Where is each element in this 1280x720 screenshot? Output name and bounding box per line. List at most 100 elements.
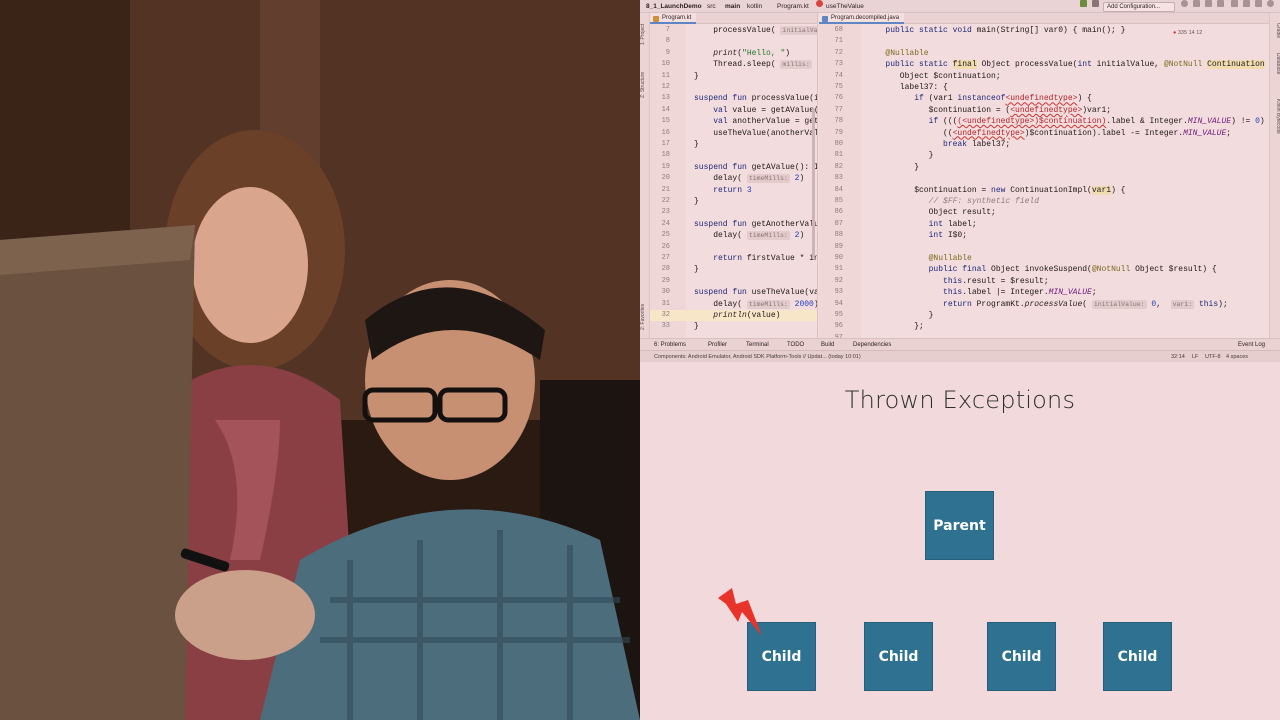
tab-program-decompiled[interactable]: Program.decompiled.java bbox=[819, 13, 905, 24]
code-line[interactable]: 73 public static final Object processVal… bbox=[819, 59, 1269, 70]
code-line[interactable]: 31 delay( timeMills: 2000) bbox=[650, 299, 817, 310]
line-number: 17 bbox=[661, 140, 670, 148]
code-line[interactable]: 89 bbox=[819, 242, 1269, 253]
structure-tool-tab[interactable]: Z: Structure bbox=[640, 65, 650, 105]
presenter-photo bbox=[0, 0, 640, 720]
caret-position[interactable]: 32:14 bbox=[1171, 351, 1185, 362]
code-line[interactable]: 72 @Nullable bbox=[819, 48, 1269, 59]
crumb-function[interactable]: useTheValue bbox=[826, 0, 864, 13]
code-line[interactable]: 7 processValue( initialValue: bbox=[650, 25, 817, 36]
code-line[interactable]: 94 return ProgramKt.processValue( initia… bbox=[819, 299, 1269, 310]
code-line[interactable]: 79 ((<undefinedtype>)$continuation).labe… bbox=[819, 128, 1269, 139]
sdk-manager-icon[interactable] bbox=[1255, 0, 1262, 7]
tab-program-kt[interactable]: Program.kt bbox=[650, 13, 697, 24]
code-line[interactable]: 22} bbox=[650, 196, 817, 207]
code-line[interactable]: 13 suspend fun processValue(init bbox=[650, 93, 817, 104]
code-line[interactable]: 8 bbox=[650, 36, 817, 47]
code-line[interactable]: 78 if ((((<undefinedtype>)$continuation)… bbox=[819, 116, 1269, 127]
code-line[interactable]: 12 bbox=[650, 82, 817, 93]
debug-icon[interactable] bbox=[1193, 0, 1200, 7]
project-crumb[interactable]: 8_1_LaunchDemo bbox=[646, 0, 702, 13]
device-icon[interactable] bbox=[1092, 0, 1099, 7]
code-line[interactable]: 21 return 3 bbox=[650, 185, 817, 196]
profile-icon[interactable] bbox=[1205, 0, 1212, 7]
code-line[interactable]: 74 Object $continuation; bbox=[819, 71, 1269, 82]
favorites-tool-tab[interactable]: 2: Favorites bbox=[640, 299, 650, 335]
code-text: useTheValue(anotherValue bbox=[694, 128, 817, 139]
code-line[interactable]: 25 delay( timeMills: 2) bbox=[650, 230, 817, 241]
code-line[interactable]: 16 useTheValue(anotherValue bbox=[650, 128, 817, 139]
code-text: suspend fun processValue(init bbox=[694, 93, 817, 104]
code-area[interactable]: 7 processValue( initialValue:89 print("H… bbox=[650, 24, 817, 338]
stop-icon[interactable] bbox=[1217, 0, 1224, 7]
crumb-kotlin[interactable]: kotlin bbox=[747, 0, 762, 13]
code-line[interactable]: 10 Thread.sleep( millis: 1500) bbox=[650, 59, 817, 70]
code-line[interactable]: 24 suspend fun getAnotherValue( bbox=[650, 219, 817, 230]
code-line[interactable]: 30 suspend fun useTheValue(value bbox=[650, 287, 817, 298]
code-text: delay( timeMills: 2000) bbox=[694, 299, 817, 310]
code-token: .label |= Integer. bbox=[962, 288, 1049, 298]
search-icon[interactable] bbox=[1267, 0, 1274, 7]
parameter-hint: var1: bbox=[1170, 299, 1195, 309]
database-tool-tab[interactable]: Database bbox=[1271, 53, 1280, 89]
code-line[interactable]: 75 label37: { bbox=[819, 82, 1269, 93]
code-line[interactable]: 86 Object result; bbox=[819, 207, 1269, 218]
code-line[interactable]: 15 val anotherValue = getAn bbox=[650, 116, 817, 127]
code-line[interactable]: 11} bbox=[650, 71, 817, 82]
code-line[interactable]: 28} bbox=[650, 264, 817, 275]
kotlin-bytecode-tool-tab[interactable]: Kotlin Bytecode bbox=[1271, 99, 1280, 151]
file-encoding[interactable]: UTF-8 bbox=[1205, 351, 1221, 362]
code-line[interactable]: 85 // $FF: synthetic field bbox=[819, 196, 1269, 207]
code-line[interactable]: 96 }; bbox=[819, 321, 1269, 332]
status-message[interactable]: Components: Android Emulator, Android SD… bbox=[654, 351, 861, 362]
code-area[interactable]: 68 public static void main(String[] var0… bbox=[819, 24, 1269, 338]
code-line[interactable]: 87 int label; bbox=[819, 219, 1269, 230]
code-line[interactable]: 77 $continuation = (<undefinedtype>)var1… bbox=[819, 105, 1269, 116]
code-line[interactable]: 9 print("Hello, ") bbox=[650, 48, 817, 59]
code-line[interactable]: 20 delay( timeMills: 2) bbox=[650, 173, 817, 184]
indent-setting[interactable]: 4 spaces bbox=[1226, 351, 1248, 362]
editor-program-kt[interactable]: Program.kt 7 processValue( initialValue:… bbox=[650, 13, 818, 338]
code-line[interactable]: 32 println(value) bbox=[650, 310, 817, 322]
code-line[interactable]: 95 } bbox=[819, 310, 1269, 321]
gradle-tool-tab[interactable]: Gradle bbox=[1271, 23, 1280, 49]
code-line[interactable]: 92 this.result = $result; bbox=[819, 276, 1269, 287]
code-line[interactable]: 76 if (var1 instanceof<undefinedtype>) { bbox=[819, 93, 1269, 104]
vertical-scrollbar[interactable] bbox=[812, 108, 815, 258]
line-separator[interactable]: LF bbox=[1192, 351, 1198, 362]
problems-badge[interactable]: ● 335 14 12 bbox=[1173, 30, 1202, 36]
code-line[interactable]: 23 bbox=[650, 207, 817, 218]
code-line[interactable]: 88 int I$0; bbox=[819, 230, 1269, 241]
code-line[interactable]: 93 this.label |= Integer.MIN_VALUE; bbox=[819, 287, 1269, 298]
code-line[interactable]: 26 bbox=[650, 242, 817, 253]
code-token: initialValue, bbox=[1096, 60, 1164, 70]
code-line[interactable]: 27 return firstValue * init bbox=[650, 253, 817, 264]
code-line[interactable]: 90 @Nullable bbox=[819, 253, 1269, 264]
run-icon[interactable] bbox=[1181, 0, 1188, 7]
run-configuration-dropdown[interactable]: Add Configuration... bbox=[1103, 2, 1175, 12]
project-tool-tab[interactable]: 1: Project bbox=[640, 17, 650, 51]
crumb-file[interactable]: Program.kt bbox=[777, 0, 809, 13]
avd-manager-icon[interactable] bbox=[1243, 0, 1250, 7]
code-token: public static bbox=[871, 60, 953, 70]
build-hammer-icon[interactable] bbox=[1080, 0, 1087, 7]
crumb-src[interactable]: src bbox=[707, 0, 716, 13]
code-line[interactable]: 33} bbox=[650, 321, 817, 332]
code-line[interactable]: 19 suspend fun getAValue(): Int bbox=[650, 162, 817, 173]
code-token: processValue( bbox=[694, 26, 781, 35]
code-line[interactable]: 80 break label37; bbox=[819, 139, 1269, 150]
code-line[interactable]: 17} bbox=[650, 139, 817, 150]
crumb-main[interactable]: main bbox=[725, 0, 740, 13]
editor-decompiled-java[interactable]: Program.decompiled.java 68 public static… bbox=[819, 13, 1269, 338]
code-line[interactable]: 82 } bbox=[819, 162, 1269, 173]
code-line[interactable]: 14 val value = getAValue() bbox=[650, 105, 817, 116]
code-line[interactable]: 18 bbox=[650, 150, 817, 161]
code-line[interactable]: 81 } bbox=[819, 150, 1269, 161]
screen: 8_1_LaunchDemo src main kotlin Program.k… bbox=[0, 0, 1280, 720]
code-line[interactable]: 83 bbox=[819, 173, 1269, 184]
code-line[interactable]: 84 $continuation = new ContinuationImpl(… bbox=[819, 185, 1269, 196]
code-line[interactable]: 29 bbox=[650, 276, 817, 287]
sync-icon[interactable] bbox=[1231, 0, 1238, 7]
code-line[interactable]: 71 bbox=[819, 36, 1269, 47]
code-line[interactable]: 91 public final Object invokeSuspend(@No… bbox=[819, 264, 1269, 275]
